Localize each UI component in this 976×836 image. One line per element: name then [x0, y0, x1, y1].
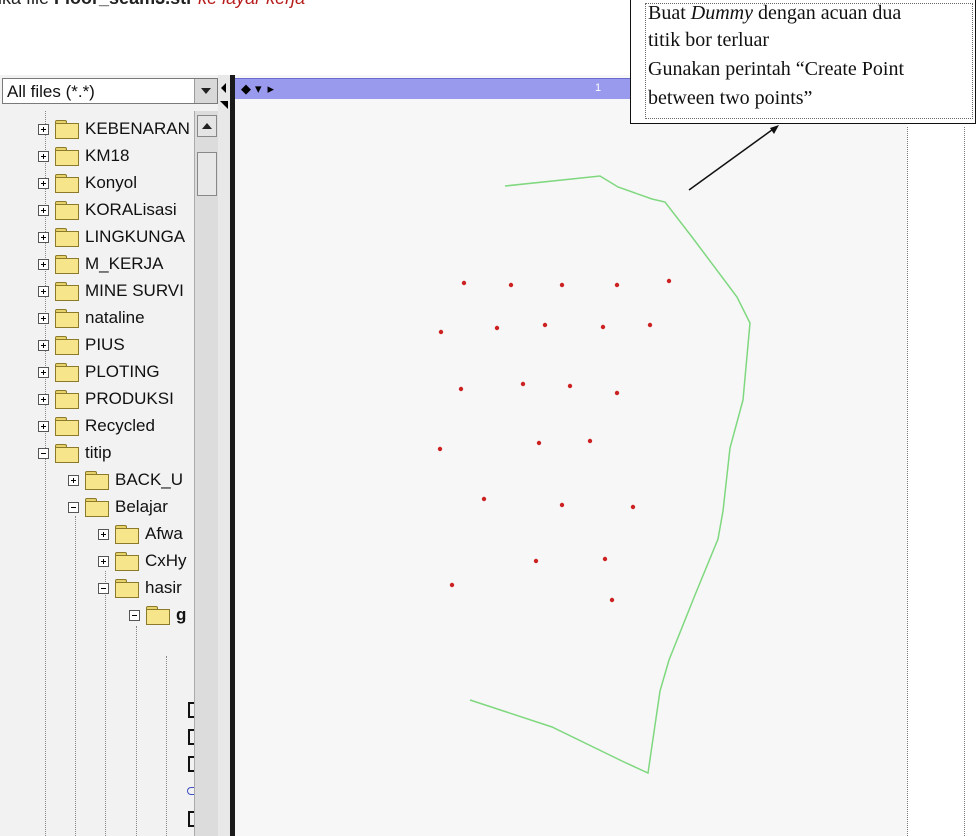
callout-pointer-layer [688, 125, 779, 191]
instruction-callout: Buat Dummy dengan acuan dua titik bor te… [630, 0, 976, 124]
callout-line-2: titik bor terluar [648, 29, 770, 51]
callout-line-1-suffix: dengan acuan dua [753, 2, 902, 24]
callout-line-4: between two points” [648, 87, 813, 109]
callout-pointer-head [770, 125, 779, 134]
callout-line-3: Gunakan perintah “Create Point [648, 58, 905, 80]
callout-line-1-prefix: Buat [648, 2, 691, 24]
callout-dummy-word: Dummy [690, 2, 753, 24]
callout-pointer-line [688, 126, 777, 191]
callout-line-1: Buat Dummy dengan acuan dua [648, 2, 901, 25]
